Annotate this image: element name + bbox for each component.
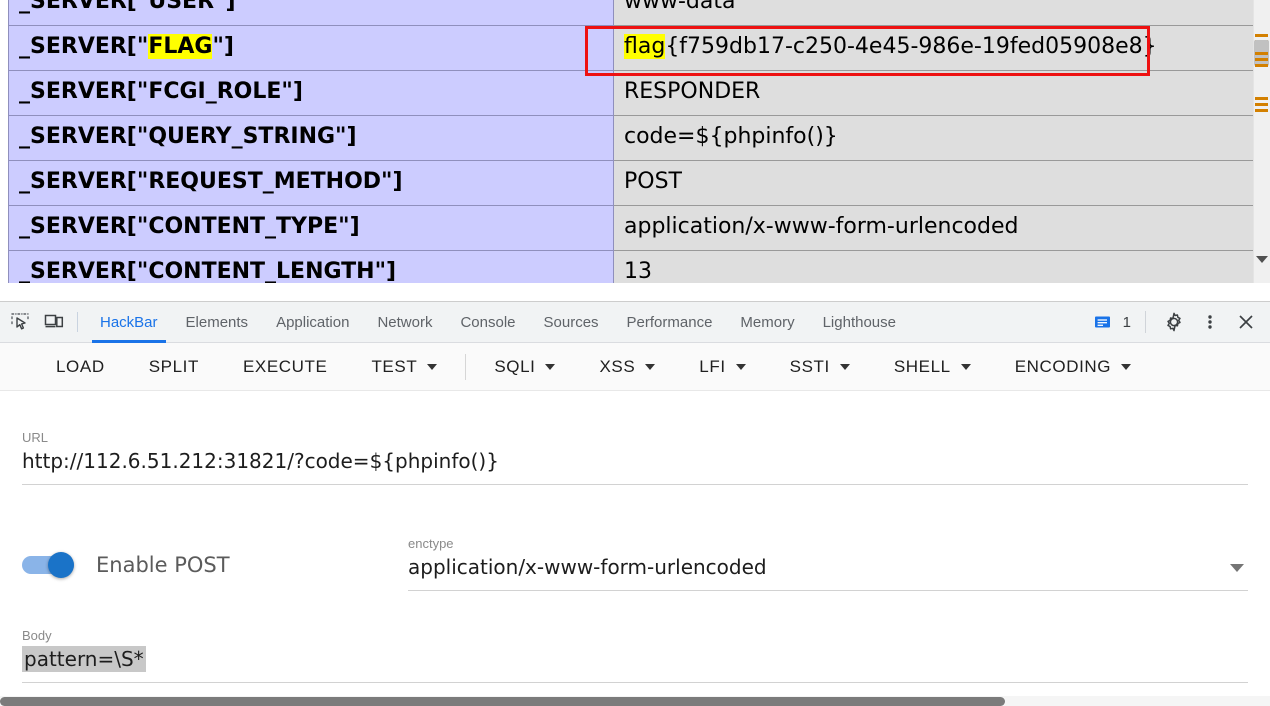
enable-post-toggle[interactable]: Enable POST <box>22 536 408 578</box>
tab-hackbar[interactable]: HackBar <box>86 302 172 343</box>
test-menu-button[interactable]: TEST <box>349 345 459 389</box>
gear-icon[interactable] <box>1160 308 1188 336</box>
chevron-down-icon <box>960 363 971 370</box>
split-button[interactable]: SPLIT <box>127 345 221 389</box>
execute-button[interactable]: EXECUTE <box>221 345 350 389</box>
table-cell-value-flag: flag{f759db17-c250-4e45-986e-19fed05908e… <box>613 25 1261 71</box>
tab-lighthouse[interactable]: Lighthouse <box>809 302 910 343</box>
enable-post-label: Enable POST <box>96 553 230 577</box>
chevron-down-icon <box>1121 363 1132 370</box>
toolbar-divider <box>465 353 467 380</box>
chevron-down-icon <box>545 363 556 370</box>
url-field[interactable]: URL http://112.6.51.212:31821/?code=${ph… <box>22 430 1248 485</box>
url-label: URL <box>22 430 49 445</box>
tab-elements[interactable]: Elements <box>172 302 263 343</box>
toolbar-divider <box>1145 311 1146 333</box>
find-match-marker <box>1255 34 1268 37</box>
find-match-marker <box>1255 97 1268 100</box>
tab-application[interactable]: Application <box>262 302 363 343</box>
kebab-menu-icon[interactable] <box>1196 308 1224 336</box>
lfi-menu-button[interactable]: LFI <box>677 345 767 389</box>
table-cell-key: _SERVER["CONTENT_TYPE"] <box>8 205 614 251</box>
tab-network[interactable]: Network <box>363 302 446 343</box>
table-row: _SERVER["CONTENT_TYPE"] application/x-ww… <box>8 205 1261 251</box>
table-row: _SERVER["FLAG"] flag{f759db17-c250-4e45-… <box>8 25 1261 71</box>
table-cell-key: _SERVER["FCGI_ROLE"] <box>8 70 614 116</box>
field-underline <box>22 484 1248 485</box>
find-match-marker <box>1255 64 1268 67</box>
encoding-menu-button[interactable]: ENCODING <box>993 345 1153 389</box>
find-match-marker <box>1255 103 1268 106</box>
xss-menu-button[interactable]: XSS <box>577 345 677 389</box>
table-cell-key: _SERVER["FLAG"] <box>8 25 614 71</box>
field-underline <box>22 682 1248 683</box>
find-match-marker <box>1255 109 1268 112</box>
toggle-switch[interactable] <box>22 552 82 578</box>
table-row: _SERVER["REQUEST_METHOD"] POST <box>8 160 1261 206</box>
device-toolbar-icon[interactable] <box>40 308 68 336</box>
devtools-tabbar: HackBar Elements Application Network Con… <box>0 302 1270 343</box>
hackbar-toolbar-scrollbar[interactable] <box>0 696 1270 706</box>
scrollbar-thumb[interactable] <box>0 697 1005 706</box>
inspect-element-icon[interactable] <box>6 308 34 336</box>
hackbar-form: URL http://112.6.51.212:31821/?code=${ph… <box>0 406 1270 696</box>
field-underline <box>408 590 1248 591</box>
table-cell-key: _SERVER["CONTENT_LENGTH"] <box>8 250 614 283</box>
search-highlight: FLAG <box>148 34 213 59</box>
enctype-field[interactable]: enctype application/x-www-form-urlencode… <box>408 536 1248 591</box>
chevron-down-icon <box>839 363 850 370</box>
scroll-down-arrow-icon[interactable] <box>1256 256 1268 263</box>
table-cell-key: _SERVER["QUERY_STRING"] <box>8 115 614 161</box>
phpinfo-table: _SERVER["USER"] www-data _SERVER["FLAG"]… <box>8 0 1261 283</box>
chevron-down-icon <box>735 363 746 370</box>
tab-sources[interactable]: Sources <box>530 302 613 343</box>
message-count: 1 <box>1122 313 1131 331</box>
search-highlight: flag <box>624 34 666 59</box>
ssti-menu-button[interactable]: SSTI <box>768 345 872 389</box>
find-match-marker <box>1255 58 1268 61</box>
table-cell-value: RESPONDER <box>613 70 1261 116</box>
find-match-marker <box>1255 52 1268 55</box>
table-row: _SERVER["CONTENT_LENGTH"] 13 <box>8 250 1261 283</box>
message-icon[interactable] <box>1089 308 1117 336</box>
chevron-down-icon[interactable] <box>1230 564 1244 572</box>
hackbar-toolbar: LOAD SPLIT EXECUTE TEST SQLI XSS LFI SST… <box>0 343 1270 391</box>
shell-menu-button[interactable]: SHELL <box>872 345 993 389</box>
devtools-tab-list: HackBar Elements Application Network Con… <box>86 302 910 343</box>
body-input[interactable]: pattern=\S* <box>22 644 1248 674</box>
tab-console[interactable]: Console <box>446 302 529 343</box>
post-settings-row: Enable POST enctype application/x-www-fo… <box>22 536 1248 591</box>
table-cell-key: _SERVER["REQUEST_METHOD"] <box>8 160 614 206</box>
close-icon[interactable] <box>1232 308 1260 336</box>
selected-text: pattern=\S* <box>22 646 146 672</box>
tab-memory[interactable]: Memory <box>726 302 808 343</box>
url-input[interactable]: http://112.6.51.212:31821/?code=${phpinf… <box>22 446 1248 476</box>
load-button[interactable]: LOAD <box>34 345 127 389</box>
chevron-down-icon <box>427 363 438 370</box>
body-field[interactable]: Body pattern=\S* <box>22 628 1248 683</box>
toolbar-divider <box>77 312 78 332</box>
table-cell-value: www-data <box>613 0 1261 26</box>
table-row: _SERVER["USER"] www-data <box>8 0 1261 26</box>
phpinfo-output-pane: _SERVER["USER"] www-data _SERVER["FLAG"]… <box>0 0 1270 283</box>
devtools-panel: HackBar Elements Application Network Con… <box>0 301 1270 706</box>
table-cell-value: code=${phpinfo()} <box>613 115 1261 161</box>
table-cell-value: application/x-www-form-urlencoded <box>613 205 1261 251</box>
toggle-knob <box>48 552 74 578</box>
table-cell-value: 13 <box>613 250 1261 283</box>
table-row: _SERVER["FCGI_ROLE"] RESPONDER <box>8 70 1261 116</box>
chevron-down-icon <box>645 363 656 370</box>
table-cell-value: POST <box>613 160 1261 206</box>
enctype-select[interactable]: application/x-www-form-urlencoded <box>408 552 1248 582</box>
table-cell-key: _SERVER["USER"] <box>8 0 614 26</box>
devtools-toolbar-actions: 1 <box>1083 308 1270 336</box>
body-label: Body <box>22 628 52 643</box>
sqli-menu-button[interactable]: SQLI <box>472 345 577 389</box>
page-vertical-scrollbar[interactable] <box>1253 0 1270 283</box>
enctype-label: enctype <box>408 536 454 551</box>
table-row: _SERVER["QUERY_STRING"] code=${phpinfo()… <box>8 115 1261 161</box>
tab-performance[interactable]: Performance <box>613 302 727 343</box>
